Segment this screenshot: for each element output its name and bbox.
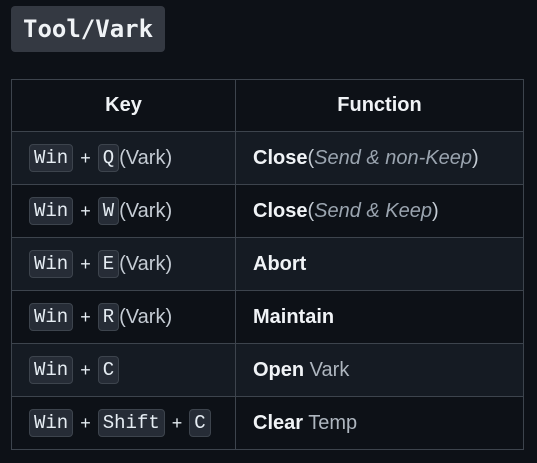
function-cell: Maintain xyxy=(235,290,524,344)
action-label: Open xyxy=(253,358,305,381)
page-title: Tool/Vark xyxy=(11,6,166,52)
table-row: Win + Q (Vark) Close(Send & non-Keep) xyxy=(11,131,524,185)
shortcut-table: Key Function Win + Q (Vark) Close(Send & no… xyxy=(11,79,524,450)
action-detail: Send & Keep xyxy=(314,199,433,222)
key-cell: Win + R (Vark) xyxy=(11,290,236,344)
action-extra: Temp xyxy=(303,411,358,434)
action-detail: Send & non-Keep xyxy=(314,146,473,169)
column-header-key: Key xyxy=(11,79,236,132)
plus-sign: + xyxy=(80,147,91,168)
plus-sign: + xyxy=(80,253,91,274)
key-badge-win: Win xyxy=(29,303,74,331)
key-cell: Win + E (Vark) xyxy=(11,237,236,291)
key-suffix: (Vark) xyxy=(119,305,173,328)
table-row: Win + W (Vark) Close(Send & Keep) xyxy=(11,184,524,238)
function-cell: Open Vark xyxy=(235,343,524,397)
key-cell: Win + Shift + C xyxy=(11,396,236,450)
function-cell: Clear Temp xyxy=(235,396,524,450)
close-paren: ) xyxy=(432,199,439,222)
key-badge-win: Win xyxy=(29,356,74,384)
action-label: Close xyxy=(253,146,308,169)
key-suffix: (Vark) xyxy=(119,199,173,222)
plus-sign: + xyxy=(80,200,91,221)
column-header-function: Function xyxy=(235,79,524,132)
key-badge-e: E xyxy=(97,250,120,278)
key-badge-win: Win xyxy=(29,144,74,172)
function-cell: Close(Send & non-Keep) xyxy=(235,131,524,185)
function-cell: Close(Send & Keep) xyxy=(235,184,524,238)
key-badge-c: C xyxy=(97,356,120,384)
table-header-row: Key Function xyxy=(11,79,524,132)
plus-sign: + xyxy=(80,306,91,327)
key-badge-w: W xyxy=(97,197,120,225)
key-badge-win: Win xyxy=(29,250,74,278)
key-suffix: (Vark) xyxy=(119,146,173,169)
table-row: Win + E (Vark) Abort xyxy=(11,237,524,291)
table-row: Win + R (Vark) Maintain xyxy=(11,290,524,344)
key-suffix: (Vark) xyxy=(119,252,173,275)
key-badge-r: R xyxy=(97,303,120,331)
key-badge-win: Win xyxy=(29,409,74,437)
action-label: Maintain xyxy=(253,305,335,328)
key-cell: Win + Q (Vark) xyxy=(11,131,236,185)
key-badge-q: Q xyxy=(97,144,120,172)
key-badge-win: Win xyxy=(29,197,74,225)
plus-sign: + xyxy=(171,412,183,433)
action-label: Abort xyxy=(253,252,307,275)
key-cell: Win + C xyxy=(11,343,236,397)
close-paren: ) xyxy=(472,146,479,169)
key-cell: Win + W (Vark) xyxy=(11,184,236,238)
key-badge-shift: Shift xyxy=(97,409,165,437)
action-label: Close xyxy=(253,199,308,222)
table-row: Win + Shift + C Clear Temp xyxy=(11,396,524,450)
action-extra: Vark xyxy=(304,358,350,381)
action-label: Clear xyxy=(253,411,304,434)
plus-sign: + xyxy=(80,359,91,380)
function-cell: Abort xyxy=(235,237,524,291)
key-badge-c: C xyxy=(189,409,211,437)
plus-sign: + xyxy=(80,412,91,433)
table-row: Win + C Open Vark xyxy=(11,343,524,397)
